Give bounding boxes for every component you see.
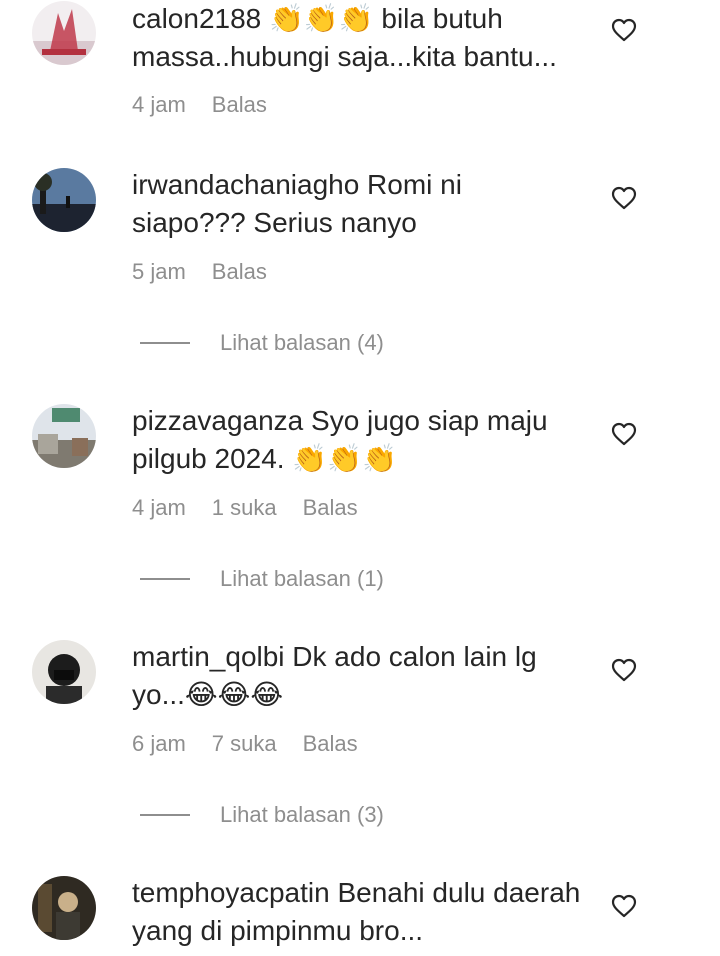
comment-meta: 4 jam Balas bbox=[132, 92, 267, 118]
heart-outline-icon[interactable] bbox=[611, 658, 637, 682]
avatar[interactable] bbox=[32, 404, 96, 468]
view-replies-button[interactable]: Lihat balasan (1) bbox=[140, 566, 384, 592]
reply-button[interactable]: Balas bbox=[303, 731, 358, 757]
avatar[interactable] bbox=[32, 168, 96, 232]
comment-time: 4 jam bbox=[132, 495, 186, 520]
divider-line bbox=[140, 814, 190, 816]
reply-button[interactable]: Balas bbox=[303, 495, 358, 521]
view-replies-label: Lihat balasan (3) bbox=[220, 802, 384, 827]
heart-outline-icon[interactable] bbox=[611, 894, 637, 918]
comment-meta: 6 jam 7 suka Balas bbox=[132, 731, 358, 757]
avatar[interactable] bbox=[32, 640, 96, 704]
heart-outline-icon[interactable] bbox=[611, 422, 637, 446]
comment-text: calon2188 👏👏👏 bila butuh massa..hubungi … bbox=[132, 0, 582, 76]
reply-button[interactable]: Balas bbox=[212, 92, 267, 118]
comment-username[interactable]: martin_qolbi bbox=[132, 641, 285, 672]
view-replies-label: Lihat balasan (4) bbox=[220, 330, 384, 355]
comment-time: 4 jam bbox=[132, 92, 186, 117]
comment-meta: 5 jam Balas bbox=[132, 259, 267, 285]
comment-username[interactable]: pizzavaganza bbox=[132, 405, 303, 436]
divider-line bbox=[140, 578, 190, 580]
comment-meta: 4 jam 1 suka Balas bbox=[132, 495, 358, 521]
heart-outline-icon[interactable] bbox=[611, 186, 637, 210]
view-replies-label: Lihat balasan (1) bbox=[220, 566, 384, 591]
comment-text: irwandachaniagho Romi ni siapo??? Serius… bbox=[132, 166, 582, 242]
comment-text: pizzavaganza Syo jugo siap maju pilgub 2… bbox=[132, 402, 582, 478]
likes-count[interactable]: 7 suka bbox=[212, 731, 277, 757]
avatar[interactable] bbox=[32, 876, 96, 940]
comment-text: temphoyacpatin Benahi dulu daerah yang d… bbox=[132, 874, 582, 950]
comment-time: 5 jam bbox=[132, 259, 186, 284]
comment-username[interactable]: calon2188 bbox=[132, 3, 261, 34]
view-replies-button[interactable]: Lihat balasan (4) bbox=[140, 330, 384, 356]
avatar[interactable] bbox=[32, 1, 96, 65]
heart-outline-icon[interactable] bbox=[611, 18, 637, 42]
view-replies-button[interactable]: Lihat balasan (3) bbox=[140, 802, 384, 828]
likes-count[interactable]: 1 suka bbox=[212, 495, 277, 521]
comment-username[interactable]: irwandachaniagho bbox=[132, 169, 359, 200]
comment-text: martin_qolbi Dk ado calon lain lg yo...😂… bbox=[132, 638, 582, 714]
comment-username[interactable]: temphoyacpatin bbox=[132, 877, 330, 908]
reply-button[interactable]: Balas bbox=[212, 259, 267, 285]
comment-time: 6 jam bbox=[132, 731, 186, 756]
divider-line bbox=[140, 342, 190, 344]
